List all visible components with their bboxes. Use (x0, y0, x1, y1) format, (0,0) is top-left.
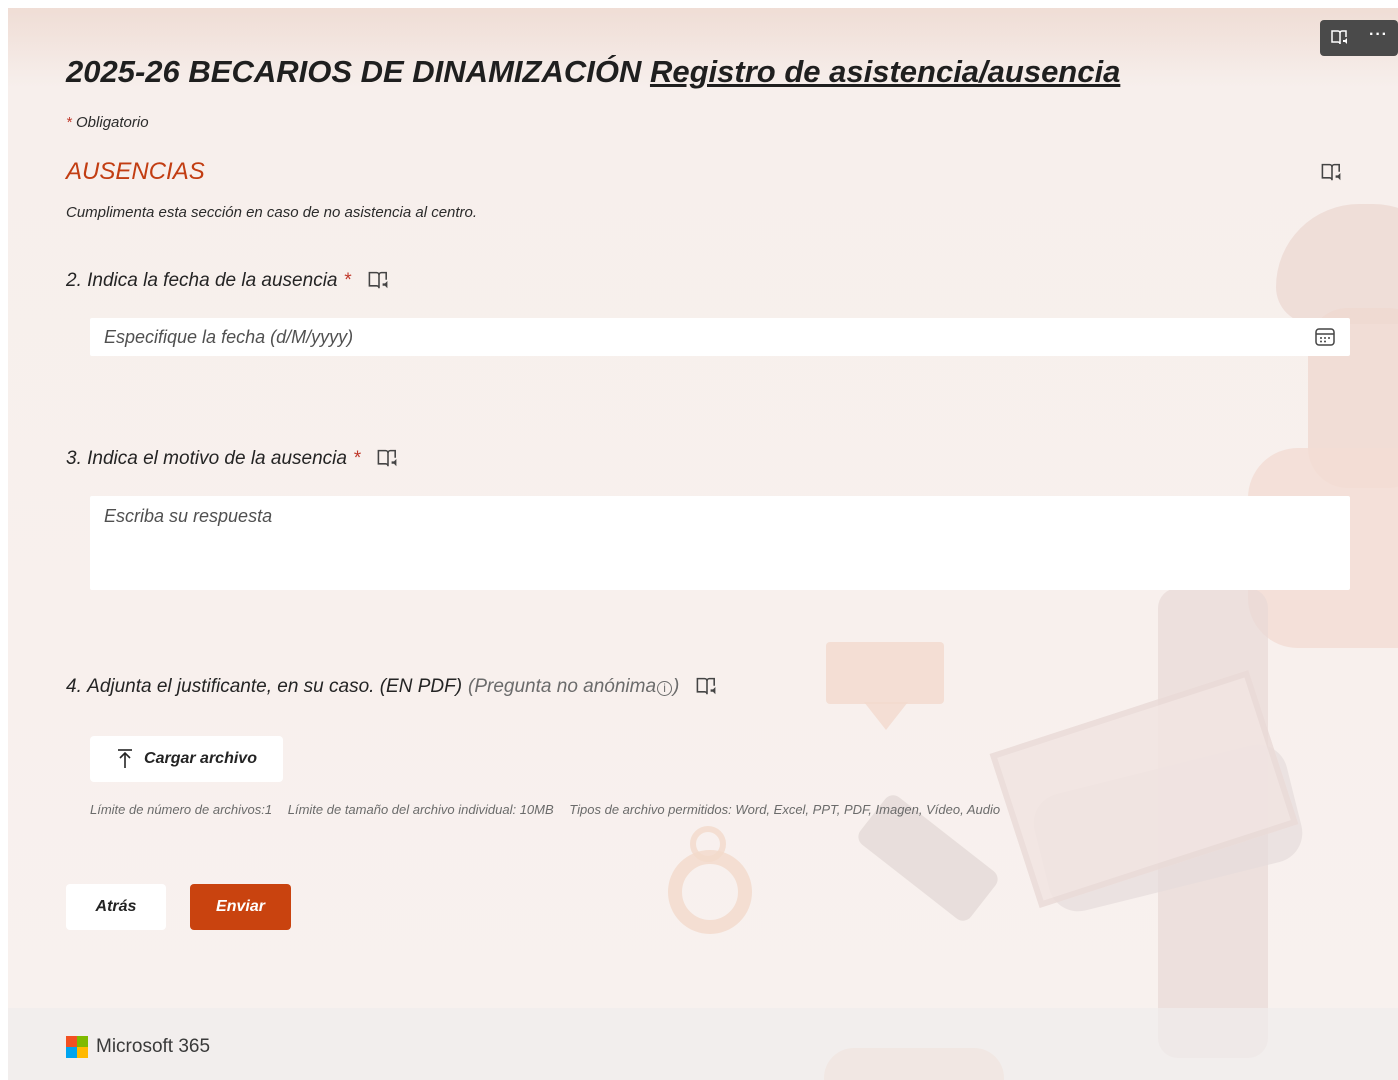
immersive-reader-icon (696, 677, 716, 695)
upload-icon (116, 748, 134, 770)
question-reader-button[interactable] (367, 270, 391, 292)
non-anonymous-note-close: ) (673, 676, 680, 697)
section-reader-button[interactable] (1320, 162, 1344, 189)
question-2-title: 2. Indica la fecha de la ausencia * (66, 270, 391, 292)
back-button[interactable]: Atrás (66, 884, 166, 930)
required-note: * Obligatorio (66, 114, 149, 131)
submit-button[interactable]: Enviar (190, 884, 291, 930)
file-count-limit: Límite de número de archivos:1 (90, 802, 273, 817)
required-label: Obligatorio (76, 114, 149, 131)
question-reader-button[interactable] (695, 676, 719, 698)
question-4-title: 4. Adjunta el justificante, en su caso. … (66, 676, 719, 698)
background-ring (668, 850, 752, 934)
background-ring (690, 826, 726, 862)
required-star: * (343, 270, 351, 291)
more-options-icon: ··· (1369, 26, 1388, 43)
microsoft-logo-icon (66, 1036, 88, 1058)
answer-textarea[interactable]: Escriba su respuesta (90, 496, 1350, 590)
question-number: 3. (66, 448, 82, 469)
calendar-button[interactable] (1314, 326, 1336, 348)
immersive-reader-icon (377, 449, 397, 467)
answer-placeholder: Escriba su respuesta (104, 506, 273, 526)
form-title: 2025-26 BECARIOS DE DINAMIZACIÓN Registr… (66, 54, 1120, 90)
form-page: ··· 2025-26 BECARIOS DE DINAMIZACIÓN Reg… (8, 8, 1398, 1080)
top-toolbar: ··· (1320, 20, 1398, 56)
upload-file-button[interactable]: Cargar archivo (90, 736, 283, 782)
immersive-reader-button[interactable] (1325, 23, 1355, 53)
brand-name: Microsoft 365 (96, 1036, 211, 1057)
footer (8, 1008, 1398, 1080)
non-anonymous-note-text: (Pregunta no anónima (468, 676, 657, 697)
question-number: 2. (66, 270, 82, 291)
required-star: * (66, 114, 72, 131)
required-star: * (352, 448, 361, 469)
question-label: Indica el motivo de la ausencia (87, 448, 347, 469)
more-options-button[interactable]: ··· (1364, 23, 1394, 53)
microsoft-365-logo: Microsoft 365 (66, 1036, 210, 1058)
date-input-placeholder: Especifique la fecha (d/M/yyyy) (104, 326, 354, 347)
question-number: 4. (66, 676, 82, 697)
background-chat-bubble-tail (864, 702, 908, 730)
non-anonymous-note: (Pregunta no anónima i) (468, 676, 679, 698)
background-illustration-leg (1027, 738, 1309, 918)
form-title-link[interactable]: Registro de asistencia/ausencia (650, 54, 1120, 89)
upload-button-label: Cargar archivo (144, 750, 257, 767)
file-types-allowed: Tipos de archivo permitidos: Word, Excel… (569, 802, 1001, 817)
question-label: Indica la fecha de la ausencia (87, 270, 338, 291)
section-description: Cumplimenta esta sección en caso de no a… (66, 204, 478, 221)
background-chat-bubble (826, 642, 944, 704)
immersive-reader-icon (1330, 30, 1347, 45)
question-reader-button[interactable] (376, 448, 400, 470)
question-3-title: 3. Indica el motivo de la ausencia * (66, 448, 400, 470)
question-label: Adjunta el justificante, en su caso. (EN… (87, 676, 463, 697)
form-title-main: 2025-26 BECARIOS DE DINAMIZACIÓN (66, 54, 642, 89)
background-illustration-book (989, 669, 1299, 909)
section-title: AUSENCIAS (66, 158, 205, 185)
info-icon[interactable]: i (657, 680, 673, 696)
immersive-reader-icon (368, 271, 388, 289)
date-input[interactable]: Especifique la fecha (d/M/yyyy) (90, 318, 1350, 356)
background-illustration-leg (1158, 588, 1268, 1058)
calendar-icon (1315, 328, 1335, 346)
background-illustration-head (1276, 204, 1398, 324)
file-size-limit: Límite de tamaño del archivo individual:… (287, 802, 554, 817)
file-limits: Límite de número de archivos:1 Límite de… (90, 802, 1012, 817)
immersive-reader-icon (1321, 163, 1341, 181)
